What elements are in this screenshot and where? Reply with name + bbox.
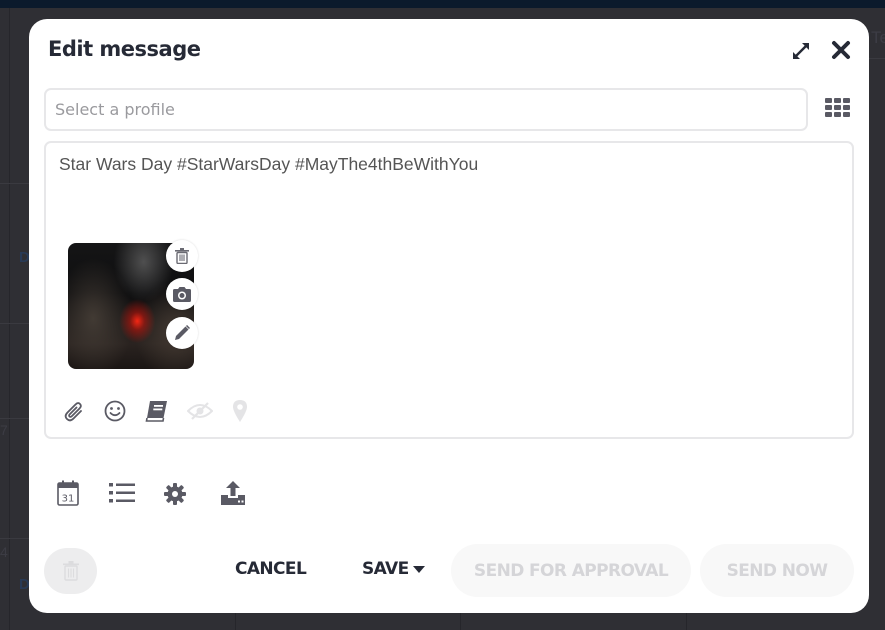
visibility-toggle[interactable] <box>187 400 213 422</box>
bg-divider <box>235 613 236 630</box>
send-now-button[interactable]: SEND NOW <box>700 544 854 597</box>
attach-button[interactable] <box>62 399 86 423</box>
bg-divider <box>0 323 29 324</box>
message-composer[interactable]: Star Wars Day #StarWarsDay #MayThe4thBeW… <box>44 141 854 439</box>
bg-divider <box>460 613 461 630</box>
grid-apps-icon <box>825 98 850 117</box>
content-library-button[interactable] <box>145 399 169 423</box>
save-button[interactable]: SAVE <box>362 559 425 579</box>
profile-select[interactable] <box>44 88 808 131</box>
settings-button[interactable] <box>163 482 187 506</box>
cancel-button[interactable]: CANCEL <box>235 559 307 579</box>
expand-button[interactable] <box>790 40 812 62</box>
list-button[interactable] <box>109 482 135 504</box>
list-icon <box>109 483 135 503</box>
media-delete-button[interactable] <box>166 240 198 272</box>
camera-icon <box>173 286 191 302</box>
trash-icon <box>175 248 189 264</box>
message-text[interactable]: Star Wars Day #StarWarsDay #MayThe4thBeW… <box>59 154 478 175</box>
map-pin-icon <box>233 400 247 422</box>
schedule-button[interactable]: 31 <box>57 480 79 506</box>
bg-divider <box>0 538 29 539</box>
save-button-label: SAVE <box>362 559 409 579</box>
delete-message-button[interactable] <box>44 548 97 594</box>
profile-select-input[interactable] <box>55 100 797 119</box>
send-for-approval-button[interactable]: SEND FOR APPROVAL <box>451 544 691 597</box>
close-button[interactable] <box>829 38 853 62</box>
dialog-title: Edit message <box>48 37 201 61</box>
edit-message-dialog: Edit message Star Wars Day #StarWarsDay <box>29 19 869 613</box>
caret-down-icon <box>412 565 425 573</box>
paperclip-icon <box>64 402 82 422</box>
location-button[interactable] <box>232 399 248 423</box>
profile-grid-button[interactable] <box>825 97 851 119</box>
gear-icon <box>164 483 186 505</box>
app-top-bar <box>0 0 885 8</box>
media-edit-button[interactable] <box>166 317 198 349</box>
bg-day-number: 4 <box>0 544 8 560</box>
bg-divider <box>686 613 687 630</box>
expand-arrows-icon <box>793 43 809 59</box>
eye-slash-icon <box>187 402 213 420</box>
upload-button[interactable] <box>220 480 246 506</box>
media-camera-button[interactable] <box>166 278 198 310</box>
emoji-button[interactable] <box>103 399 127 423</box>
trash-icon <box>62 561 79 581</box>
bg-divider <box>0 183 29 184</box>
bg-day-number: 7 <box>0 422 8 438</box>
bg-divider <box>9 8 10 630</box>
book-icon <box>145 401 167 422</box>
upload-icon <box>221 481 245 505</box>
calendar-day-number: 31 <box>62 494 75 505</box>
pencil-icon <box>175 325 190 340</box>
close-x-icon <box>832 41 850 59</box>
bg-column-header: Te <box>871 28 885 47</box>
calendar-icon: 31 <box>57 480 79 506</box>
bg-divider <box>0 418 29 419</box>
smiley-icon <box>104 400 126 422</box>
bg-divider <box>869 58 885 59</box>
